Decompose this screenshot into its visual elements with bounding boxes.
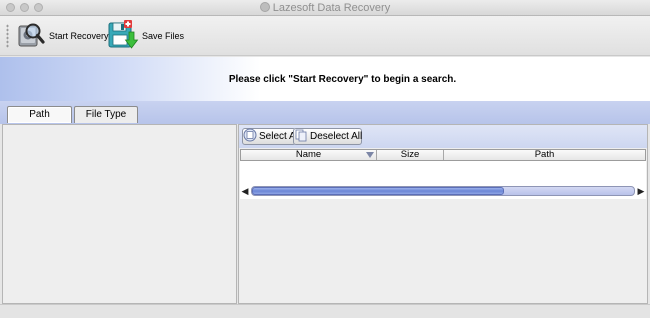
start-recovery-label: Start Recovery bbox=[49, 31, 109, 41]
results-pane: Select All Deselect All Name Size Path ◀… bbox=[238, 124, 648, 304]
path-tree-pane[interactable] bbox=[2, 124, 237, 304]
column-header-path-label: Path bbox=[534, 149, 555, 160]
toolbar: Start Recovery Save Files bbox=[0, 16, 650, 56]
scroll-right-arrow-icon[interactable]: ▶ bbox=[636, 186, 646, 196]
save-files-button[interactable]: Save Files bbox=[107, 18, 184, 54]
window-title: Lazesoft Data Recovery bbox=[272, 2, 391, 14]
deselect-all-icon bbox=[294, 128, 308, 145]
deselect-all-button[interactable]: Deselect All bbox=[293, 128, 362, 145]
sort-descending-icon bbox=[366, 152, 374, 158]
column-header-name-label: Name bbox=[295, 149, 322, 160]
tab-strip: Path File Type bbox=[0, 101, 650, 124]
scrollbar-track[interactable] bbox=[251, 186, 635, 196]
banner-message: Please click "Start Recovery" to begin a… bbox=[228, 73, 457, 85]
column-header-size[interactable]: Size bbox=[377, 150, 444, 160]
magnifier-disk-icon bbox=[16, 20, 46, 53]
window-title-wrap: Lazesoft Data Recovery bbox=[0, 1, 650, 15]
column-header-name[interactable]: Name bbox=[241, 150, 377, 160]
floppy-save-icon bbox=[107, 19, 139, 54]
results-table-header: Name Size Path bbox=[240, 149, 646, 161]
scrollbar-thumb[interactable] bbox=[252, 187, 505, 195]
horizontal-scrollbar[interactable]: ◀ ▶ bbox=[240, 185, 646, 197]
select-all-button[interactable]: Select All bbox=[242, 128, 300, 145]
tab-path[interactable]: Path bbox=[7, 106, 72, 123]
column-header-size-label: Size bbox=[400, 149, 420, 160]
scroll-left-arrow-icon[interactable]: ◀ bbox=[240, 186, 250, 196]
results-table[interactable]: Name Size Path ◀ ▶ bbox=[240, 149, 646, 199]
tab-file-type[interactable]: File Type bbox=[74, 106, 138, 123]
column-header-path[interactable]: Path bbox=[444, 150, 645, 160]
toolbar-grip[interactable] bbox=[6, 24, 9, 48]
window-titlebar: Lazesoft Data Recovery bbox=[0, 0, 650, 16]
app-icon bbox=[259, 2, 270, 12]
start-recovery-button[interactable]: Start Recovery bbox=[16, 18, 109, 54]
instruction-banner: Please click "Start Recovery" to begin a… bbox=[0, 57, 650, 101]
deselect-all-label: Deselect All bbox=[310, 131, 363, 142]
save-files-label: Save Files bbox=[142, 31, 185, 41]
select-all-icon bbox=[243, 128, 257, 145]
results-toolbar: Select All Deselect All bbox=[239, 125, 647, 148]
status-bar bbox=[0, 304, 650, 318]
